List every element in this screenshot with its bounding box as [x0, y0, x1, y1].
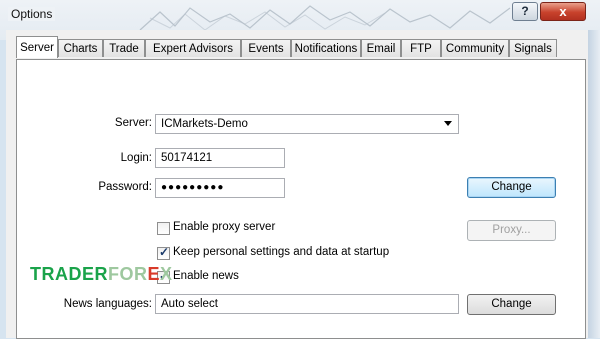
checkbox-box[interactable] [157, 222, 170, 235]
help-button[interactable]: ? [512, 2, 538, 21]
password-field[interactable]: ●●●●●●●●● [155, 178, 285, 198]
checkbox-label: Keep personal settings and data at start… [173, 246, 390, 258]
server-value: ICMarkets-Demo [161, 118, 248, 130]
tab-ftp[interactable]: FTP [401, 39, 441, 57]
login-field[interactable]: 50174121 [155, 148, 285, 168]
options-dialog: Server Charts Trade Expert Advisors Even… [6, 30, 588, 339]
password-label: Password: [98, 181, 152, 193]
tab-email[interactable]: Email [361, 39, 401, 57]
tab-server[interactable]: Server [16, 36, 58, 58]
tab-notifications[interactable]: Notifications [291, 39, 361, 57]
tab-community[interactable]: Community [441, 39, 509, 57]
change-news-button[interactable]: Change [467, 294, 556, 315]
checkbox-label: Enable proxy server [173, 221, 276, 233]
watermark-part: X [160, 264, 173, 284]
checkbox-label: Enable news [173, 270, 239, 282]
checkbox-box[interactable]: ✓ [157, 245, 170, 260]
watermark-part: E [147, 264, 161, 284]
server-dropdown[interactable]: ICMarkets-Demo [155, 114, 459, 134]
window-title: Options [8, 7, 56, 21]
tab-charts[interactable]: Charts [58, 39, 103, 57]
watermark-part: FOR [108, 264, 148, 284]
tab-expert-advisors[interactable]: Expert Advisors [145, 39, 241, 57]
tab-signals[interactable]: Signals [509, 39, 557, 57]
checkmark-icon: ✓ [159, 245, 170, 259]
watermark-logo: TRADERFOREX [30, 264, 173, 285]
tab-trade[interactable]: Trade [103, 39, 145, 57]
chevron-down-icon [444, 121, 452, 126]
server-label: Server: [114, 117, 152, 129]
tab-events[interactable]: Events [241, 39, 291, 57]
title-bar[interactable]: Options ? x [0, 0, 600, 30]
window-border [588, 30, 600, 338]
news-languages-field[interactable]: Auto select [155, 294, 459, 314]
server-tab-panel: Server: ICMarkets-Demo Login: 50174121 P… [16, 59, 586, 339]
proxy-button[interactable]: Proxy... [467, 220, 556, 241]
watermark-part: TRADER [30, 264, 108, 284]
news-languages-label: News languages: [63, 298, 152, 310]
change-password-button[interactable]: Change [467, 177, 556, 198]
close-button[interactable]: x [540, 2, 586, 21]
login-label: Login: [120, 152, 152, 164]
